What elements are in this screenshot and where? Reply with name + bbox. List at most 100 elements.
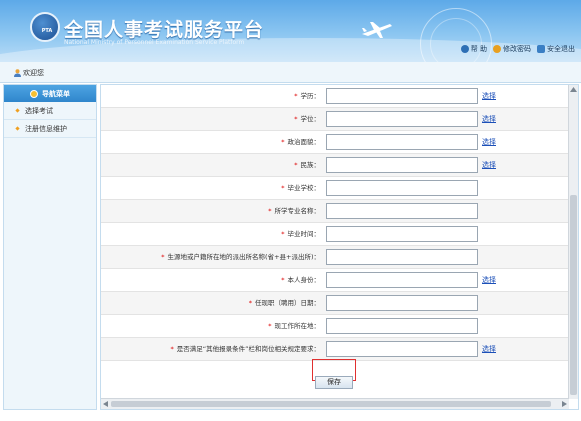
horizontal-scrollbar[interactable] xyxy=(101,398,569,409)
form-row: * 生源地或户籍所在地的派出所名称(省+县+派出所)： xyxy=(101,246,569,269)
save-area: 保存 xyxy=(101,349,569,389)
form-row: * 现工作所在地： xyxy=(101,315,569,338)
bullet-icon xyxy=(15,108,20,113)
field-label: * 毕业时间： xyxy=(101,223,324,245)
form-row: * 所学专业名称： xyxy=(101,200,569,223)
field-input[interactable] xyxy=(326,180,478,196)
field-label: * 生源地或户籍所在地的派出所名称(省+县+派出所)： xyxy=(101,246,324,268)
field-label: * 本人身份： xyxy=(101,269,324,291)
sidebar-item-registration-info[interactable]: 注册信息维护 xyxy=(4,120,96,138)
required-marker: * xyxy=(281,138,285,146)
field-label: * 民族： xyxy=(101,154,324,176)
required-marker: * xyxy=(281,184,285,192)
horizontal-scroll-thumb[interactable] xyxy=(111,401,551,407)
field-label: * 所学专业名称： xyxy=(101,200,324,222)
field-label: * 学历： xyxy=(101,85,324,107)
bullet-icon xyxy=(15,126,20,131)
form-row: * 民族： 选择 xyxy=(101,154,569,177)
form-rows: * 学历： 选择 * 学位： 选择 * 政治面貌： 选择 * 民族： 选择 * 毕业学校： * 所学专业名称：… xyxy=(101,85,569,361)
form-row: * 学历： 选择 xyxy=(101,85,569,108)
required-marker: * xyxy=(268,207,272,215)
select-link[interactable]: 选择 xyxy=(482,131,496,153)
field-label: * 学位： xyxy=(101,108,324,130)
logout-link[interactable]: 安全退出 xyxy=(537,44,575,54)
field-input[interactable] xyxy=(326,88,478,104)
select-link[interactable]: 选择 xyxy=(482,154,496,176)
help-icon xyxy=(460,45,469,53)
welcome-bar: 欢迎您 xyxy=(0,62,581,83)
airplane-icon xyxy=(362,22,392,38)
field-label: * 任现职（聘用）日期： xyxy=(101,292,324,314)
field-label: * 政治面貌： xyxy=(101,131,324,153)
change-password-link[interactable]: 修改密码 xyxy=(493,44,531,54)
nav-menu-title: 导航菜单 xyxy=(42,89,70,98)
field-label-text: 现工作所在地： xyxy=(274,322,321,330)
scroll-up-icon[interactable] xyxy=(570,87,577,92)
header-banner: PTA 全国人事考试服务平台 National Ministry of Pers… xyxy=(0,0,581,62)
welcome: 欢迎您 xyxy=(14,68,44,78)
field-label: * 现工作所在地： xyxy=(101,315,324,337)
field-label-text: 学位： xyxy=(300,115,321,123)
main-panel: * 学历： 选择 * 学位： 选择 * 政治面貌： 选择 * 民族： 选择 * 毕业学校： * 所学专业名称：… xyxy=(100,84,579,410)
field-input[interactable] xyxy=(326,111,478,127)
required-marker: * xyxy=(281,230,285,238)
logout-icon xyxy=(537,45,545,53)
required-marker: * xyxy=(294,115,298,123)
select-link[interactable]: 选择 xyxy=(482,85,496,107)
form-row: * 本人身份： 选择 xyxy=(101,269,569,292)
field-label-text: 本人身份： xyxy=(287,276,321,284)
field-label-text: 毕业时间： xyxy=(287,230,321,238)
form-row: * 毕业时间： xyxy=(101,223,569,246)
field-label-text: 生源地或户籍所在地的派出所名称(省+县+派出所)： xyxy=(167,253,320,261)
change-password-label: 修改密码 xyxy=(503,45,531,53)
field-label-text: 毕业学校： xyxy=(287,184,321,192)
required-marker: * xyxy=(268,322,272,330)
required-marker: * xyxy=(294,161,298,169)
select-link[interactable]: 选择 xyxy=(482,269,496,291)
field-input[interactable] xyxy=(326,157,478,173)
nav-menu-header: 导航菜单 xyxy=(4,85,96,102)
field-input[interactable] xyxy=(326,134,478,150)
form-row: * 政治面貌： 选择 xyxy=(101,131,569,154)
help-label: 帮 助 xyxy=(470,45,487,53)
save-button[interactable]: 保存 xyxy=(315,376,353,389)
field-label-text: 政治面貌： xyxy=(287,138,321,146)
field-input[interactable] xyxy=(326,249,478,265)
logo-text: PTA xyxy=(41,28,53,34)
form-row: * 任现职（聘用）日期： xyxy=(101,292,569,315)
field-input[interactable] xyxy=(326,203,478,219)
required-marker: * xyxy=(161,253,165,261)
vertical-scrollbar[interactable] xyxy=(568,85,578,399)
key-icon xyxy=(493,45,501,53)
required-marker: * xyxy=(294,92,298,100)
field-label: * 毕业学校： xyxy=(101,177,324,199)
select-link[interactable]: 选择 xyxy=(482,108,496,130)
scroll-left-icon[interactable] xyxy=(103,401,108,407)
required-marker: * xyxy=(281,276,285,284)
user-icon xyxy=(14,69,21,77)
vertical-scroll-thumb[interactable] xyxy=(570,195,577,395)
menu-dot-icon xyxy=(30,89,38,98)
field-label-text: 民族： xyxy=(300,161,321,169)
form-row: * 学位： 选择 xyxy=(101,108,569,131)
pta-logo: PTA xyxy=(30,12,60,42)
globe-decoration-inner xyxy=(430,18,482,62)
field-label-text: 任现职（聘用）日期： xyxy=(255,299,320,307)
sidebar-item-select-exam[interactable]: 选择考试 xyxy=(4,102,96,120)
logout-label: 安全退出 xyxy=(547,45,575,53)
help-link[interactable]: 帮 助 xyxy=(460,44,487,54)
top-links: 帮 助 修改密码 安全退出 xyxy=(460,44,575,54)
field-input[interactable] xyxy=(326,226,478,242)
welcome-label: 欢迎您 xyxy=(23,69,44,77)
required-marker: * xyxy=(248,299,252,307)
field-input[interactable] xyxy=(326,272,478,288)
site-subtitle: National Ministry of Personnel Examinati… xyxy=(64,39,245,46)
field-label-text: 所学专业名称： xyxy=(274,207,321,215)
field-input[interactable] xyxy=(326,318,478,334)
site-title: 全国人事考试服务平台 xyxy=(64,19,265,41)
sidebar: 导航菜单 选择考试 注册信息维护 xyxy=(3,84,97,410)
field-label-text: 学历： xyxy=(300,92,321,100)
sidebar-item-label: 注册信息维护 xyxy=(25,124,67,133)
scroll-right-icon[interactable] xyxy=(562,401,567,407)
field-input[interactable] xyxy=(326,295,478,311)
